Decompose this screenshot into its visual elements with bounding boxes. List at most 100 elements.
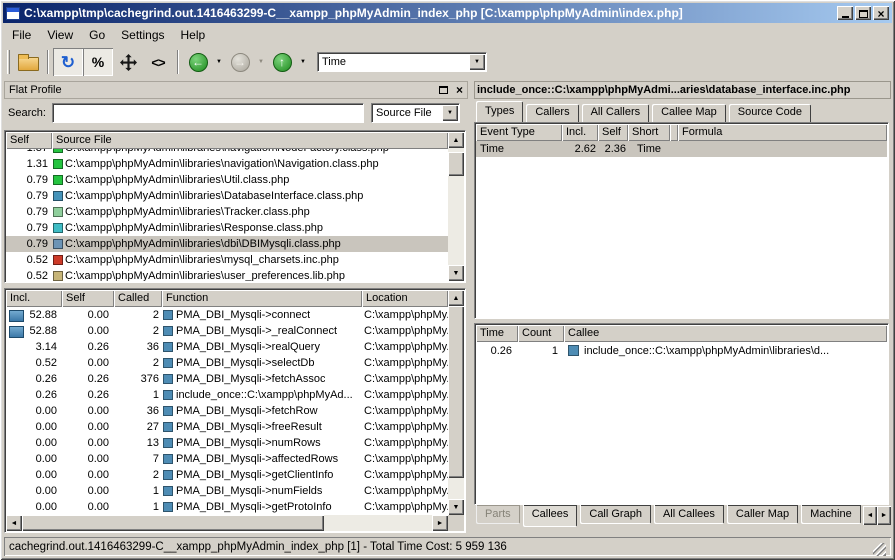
- scroll-down-icon[interactable]: ▼: [448, 265, 464, 281]
- up-button[interactable]: ↑: [267, 48, 297, 76]
- menu-item[interactable]: File: [4, 26, 39, 44]
- file-row[interactable]: 1.31 C:\xampp\phpMyAdmin\libraries\navig…: [6, 156, 448, 172]
- event-type-combobox[interactable]: Time ▼: [317, 52, 487, 72]
- column-header-location[interactable]: Location: [362, 290, 448, 307]
- open-file-button[interactable]: [13, 48, 43, 76]
- column-header-short[interactable]: Short: [628, 124, 670, 141]
- percent-toggle-button[interactable]: %: [83, 48, 113, 76]
- function-row[interactable]: 0.00 0.00 7 PMA_DBI_Mysqli->affectedRows…: [6, 451, 448, 467]
- incl-cost: 0.00: [6, 453, 62, 465]
- column-header-self[interactable]: Self: [6, 132, 52, 149]
- column-header-self[interactable]: Self: [598, 124, 628, 141]
- forward-dropdown[interactable]: ▼: [255, 48, 267, 76]
- function-row[interactable]: 3.14 0.26 36 PMA_DBI_Mysqli->realQuery C…: [6, 339, 448, 355]
- event-type-row[interactable]: Time 2.62 2.36 Time: [476, 141, 887, 157]
- expand-areas-button[interactable]: [113, 48, 143, 76]
- function-icon: [163, 406, 173, 416]
- menu-item[interactable]: View: [39, 26, 81, 44]
- function-row[interactable]: 0.52 0.00 2 PMA_DBI_Mysqli->selectDb C:\…: [6, 355, 448, 371]
- minimize-button[interactable]: [837, 6, 853, 20]
- column-header-callee[interactable]: Callee: [564, 325, 887, 342]
- resize-grip[interactable]: [873, 543, 886, 556]
- column-header-source-file[interactable]: Source File: [52, 132, 448, 149]
- menu-item[interactable]: Go: [81, 26, 113, 44]
- file-row[interactable]: 0.79 C:\xampp\phpMyAdmin\libraries\Datab…: [6, 188, 448, 204]
- file-row[interactable]: 0.79 C:\xampp\phpMyAdmin\libraries\Util.…: [6, 172, 448, 188]
- function-row[interactable]: 0.00 0.00 1 PMA_DBI_Mysqli->getProtoInfo…: [6, 499, 448, 515]
- tab-scroll-left-icon[interactable]: ◄: [863, 506, 877, 525]
- scrollbar-thumb[interactable]: [448, 152, 464, 176]
- file-row[interactable]: 0.79 C:\xampp\phpMyAdmin\libraries\Track…: [6, 204, 448, 220]
- bottom-tab[interactable]: Call Graph: [580, 505, 651, 524]
- column-header-count[interactable]: Count: [518, 325, 564, 342]
- function-row[interactable]: 52.88 0.00 2 PMA_DBI_Mysqli->connect C:\…: [6, 307, 448, 323]
- close-button[interactable]: ×: [873, 6, 889, 20]
- column-header-incl[interactable]: Incl.: [6, 290, 62, 307]
- bottom-tab[interactable]: All Callees: [654, 505, 724, 524]
- combobox-arrow-icon[interactable]: ▼: [469, 54, 485, 70]
- scroll-up-icon[interactable]: ▲: [448, 132, 464, 148]
- search-input[interactable]: [52, 103, 364, 123]
- function-row[interactable]: 0.00 0.00 2 PMA_DBI_Mysqli->getClientInf…: [6, 467, 448, 483]
- column-header-event-type[interactable]: Event Type: [476, 124, 562, 141]
- dock-title-bar[interactable]: Flat Profile ×: [4, 81, 468, 99]
- reload-button[interactable]: ↻: [53, 48, 83, 76]
- back-button[interactable]: ←: [183, 48, 213, 76]
- function-row[interactable]: 52.88 0.00 2 PMA_DBI_Mysqli->_realConnec…: [6, 323, 448, 339]
- detail-tab[interactable]: Callee Map: [652, 104, 726, 122]
- scroll-right-icon[interactable]: ►: [432, 515, 448, 531]
- column-header-function[interactable]: Function: [162, 290, 362, 307]
- column-header-incl[interactable]: Incl.: [562, 124, 598, 141]
- function-table-hscrollbar[interactable]: ◄ ►: [6, 515, 448, 531]
- callee-row[interactable]: 0.26 1 include_once::C:\xampp\phpMyAdmin…: [476, 342, 887, 359]
- toolbar-handle[interactable]: [7, 50, 10, 74]
- function-row[interactable]: 0.00 0.00 13 PMA_DBI_Mysqli->numRows C:\…: [6, 435, 448, 451]
- bottom-tab[interactable]: Callees: [523, 505, 578, 527]
- scroll-down-icon[interactable]: ▼: [448, 499, 464, 515]
- bottom-tab[interactable]: Caller Map: [727, 505, 798, 524]
- detail-tab[interactable]: Types: [476, 101, 523, 122]
- function-row[interactable]: 0.00 0.00 1 PMA_DBI_Mysqli->numFields C:…: [6, 483, 448, 499]
- scrollbar-thumb[interactable]: [22, 515, 324, 531]
- up-dropdown[interactable]: ▼: [297, 48, 309, 76]
- file-row[interactable]: 0.79 C:\xampp\phpMyAdmin\libraries\dbi\D…: [6, 236, 448, 252]
- function-row[interactable]: 0.26 0.26 1 include_once::C:\xampp\phpMy…: [6, 387, 448, 403]
- bottom-tab[interactable]: Parts: [476, 505, 520, 524]
- self-cost: 0.00: [62, 309, 114, 321]
- back-dropdown[interactable]: ▼: [213, 48, 225, 76]
- detail-tab[interactable]: All Callers: [582, 104, 650, 122]
- file-row[interactable]: 0.52 C:\xampp\phpMyAdmin\libraries\mysql…: [6, 252, 448, 268]
- detail-tab[interactable]: Source Code: [729, 104, 811, 122]
- column-header-called[interactable]: Called: [114, 290, 162, 307]
- column-header-formula[interactable]: Formula: [678, 124, 887, 141]
- group-by-combobox[interactable]: Source File ▼: [371, 103, 460, 123]
- file-list-vscrollbar[interactable]: ▲ ▼: [448, 132, 464, 281]
- function-icon: [163, 502, 173, 512]
- maximize-button[interactable]: [855, 6, 871, 20]
- file-row[interactable]: 1.37 C:\xampp\phpMyAdmin\libraries\navig…: [6, 149, 448, 156]
- combobox-arrow-icon[interactable]: ▼: [442, 105, 458, 121]
- tab-scroll-right-icon[interactable]: ►: [877, 506, 891, 525]
- menu-item[interactable]: Settings: [113, 26, 172, 44]
- function-row[interactable]: 0.00 0.00 27 PMA_DBI_Mysqli->freeResult …: [6, 419, 448, 435]
- forward-button[interactable]: →: [225, 48, 255, 76]
- bottom-tab[interactable]: Machine: [801, 505, 861, 524]
- file-row[interactable]: 0.52 C:\xampp\phpMyAdmin\libraries\user_…: [6, 268, 448, 281]
- function-row[interactable]: 0.26 0.26 376 PMA_DBI_Mysqli->fetchAssoc…: [6, 371, 448, 387]
- scrollbar-thumb[interactable]: [448, 306, 464, 478]
- column-header-time[interactable]: Time: [476, 325, 518, 342]
- function-table-vscrollbar[interactable]: ▲ ▼: [448, 290, 464, 515]
- scroll-left-icon[interactable]: ◄: [6, 515, 22, 531]
- dock-float-icon[interactable]: [439, 86, 448, 94]
- file-path: C:\xampp\phpMyAdmin\libraries\navigation…: [65, 149, 389, 154]
- relative-cost-button[interactable]: <>: [143, 48, 173, 76]
- function-row[interactable]: 0.00 0.00 36 PMA_DBI_Mysqli->fetchRow C:…: [6, 403, 448, 419]
- detail-tab[interactable]: Callers: [526, 104, 578, 122]
- column-header-self[interactable]: Self: [62, 290, 114, 307]
- scroll-up-icon[interactable]: ▲: [448, 290, 464, 306]
- file-row[interactable]: 0.79 C:\xampp\phpMyAdmin\libraries\Respo…: [6, 220, 448, 236]
- menu-item[interactable]: Help: [173, 26, 214, 44]
- title-bar[interactable]: C:\xampp\tmp\cachegrind.out.1416463299-C…: [3, 3, 892, 23]
- detail-tab-bar: TypesCallersAll CallersCallee MapSource …: [476, 101, 891, 122]
- dock-close-icon[interactable]: ×: [456, 85, 463, 95]
